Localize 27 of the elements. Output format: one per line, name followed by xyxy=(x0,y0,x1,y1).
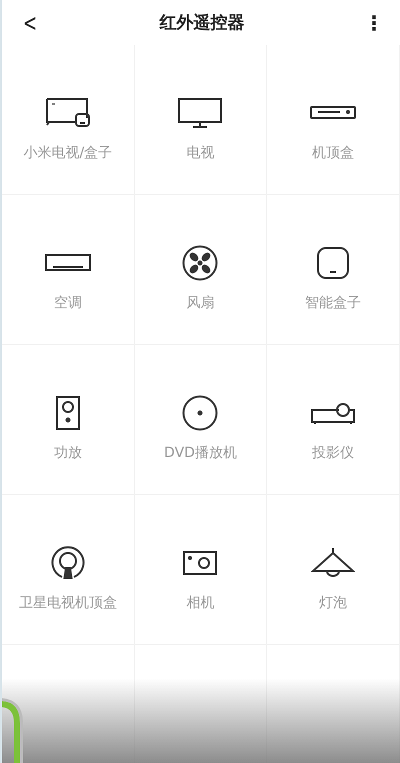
disc-icon xyxy=(182,395,218,431)
device-label: 相机 xyxy=(186,594,214,612)
device-label: 风扇 xyxy=(186,294,214,312)
smart-box-icon xyxy=(316,246,350,280)
more-menu-button[interactable]: ⋮ xyxy=(360,12,388,32)
device-label: 空调 xyxy=(54,294,82,312)
speaker-icon xyxy=(54,396,81,430)
device-label: 智能盒子 xyxy=(305,294,362,312)
air-conditioner-icon xyxy=(44,254,91,272)
device-label: 电视 xyxy=(186,144,214,162)
satellite-dish-icon xyxy=(50,546,85,580)
device-label: DVD播放机 xyxy=(164,444,237,462)
device-label: 小米电视/盒子 xyxy=(23,144,112,162)
device-label: 机顶盒 xyxy=(312,144,354,162)
tv-box-icon xyxy=(44,97,91,129)
lamp-icon xyxy=(311,547,356,579)
set-top-box-icon xyxy=(310,105,356,121)
fan-icon xyxy=(182,245,218,281)
device-label: 功放 xyxy=(54,444,82,462)
back-button[interactable]: < xyxy=(20,10,40,34)
device-label: 灯泡 xyxy=(319,594,348,612)
tv-icon xyxy=(178,98,222,128)
projector-icon xyxy=(310,401,356,425)
device-label: 投影仪 xyxy=(312,444,354,462)
camera-icon xyxy=(182,550,218,576)
page-title: 红外遥控器 xyxy=(160,12,245,34)
device-label: 卫星电视机顶盒 xyxy=(18,594,117,612)
